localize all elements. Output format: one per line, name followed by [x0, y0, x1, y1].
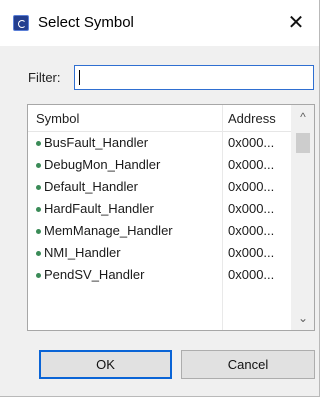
symbol-dot-icon [36, 273, 41, 278]
table-header: Symbol Address [28, 105, 292, 132]
symbol-address: 0x000... [228, 201, 275, 216]
table-row[interactable]: Default_Handler 0x000... [28, 176, 292, 198]
vertical-scrollbar[interactable]: ^ ⌄ [291, 105, 314, 330]
close-icon[interactable]: ✕ [273, 0, 319, 46]
symbol-name: HardFault_Handler [44, 201, 154, 216]
symbol-dot-icon [36, 229, 41, 234]
table-row[interactable]: DebugMon_Handler 0x000... [28, 154, 292, 176]
symbol-address: 0x000... [228, 135, 275, 150]
symbol-dot-icon [36, 251, 41, 256]
symbol-address: 0x000... [228, 157, 275, 172]
app-icon [13, 15, 29, 31]
table-row[interactable]: MemManage_Handler 0x000... [28, 220, 292, 242]
symbol-name: MemManage_Handler [44, 223, 173, 238]
table-row[interactable]: BusFault_Handler 0x000... [28, 132, 292, 154]
symbol-dot-icon [36, 185, 41, 190]
scroll-up-icon[interactable]: ^ [292, 107, 314, 127]
symbol-table[interactable]: Symbol Address BusFault_Handler 0x000...… [27, 104, 315, 331]
table-row[interactable]: NMI_Handler 0x000... [28, 242, 292, 264]
table-row[interactable]: PendSV_Handler 0x000... [28, 264, 292, 286]
title-bar[interactable]: Select Symbol ✕ [0, 0, 319, 46]
symbol-dot-icon [36, 163, 41, 168]
scroll-down-icon[interactable]: ⌄ [292, 308, 314, 328]
column-header-symbol[interactable]: Symbol [36, 111, 79, 126]
select-symbol-dialog: Select Symbol ✕ Filter: Symbol Address B… [0, 0, 320, 397]
symbol-address: 0x000... [228, 267, 275, 282]
scrollbar-thumb[interactable] [296, 133, 310, 153]
symbol-name: PendSV_Handler [44, 267, 145, 282]
filter-input[interactable] [74, 65, 314, 90]
symbol-dot-icon [36, 207, 41, 212]
symbol-name: BusFault_Handler [44, 135, 149, 150]
table-rows: BusFault_Handler 0x000... DebugMon_Handl… [28, 132, 292, 286]
text-caret [79, 70, 80, 85]
symbol-name: NMI_Handler [44, 245, 121, 260]
symbol-address: 0x000... [228, 179, 275, 194]
ok-button[interactable]: OK [39, 350, 172, 379]
symbol-name: DebugMon_Handler [44, 157, 161, 172]
filter-label: Filter: [28, 70, 61, 85]
symbol-dot-icon [36, 141, 41, 146]
symbol-address: 0x000... [228, 223, 275, 238]
window-title: Select Symbol [38, 14, 134, 31]
table-row[interactable]: HardFault_Handler 0x000... [28, 198, 292, 220]
cancel-button[interactable]: Cancel [181, 350, 315, 379]
symbol-name: Default_Handler [44, 179, 138, 194]
column-header-address[interactable]: Address [228, 111, 276, 126]
symbol-address: 0x000... [228, 245, 275, 260]
